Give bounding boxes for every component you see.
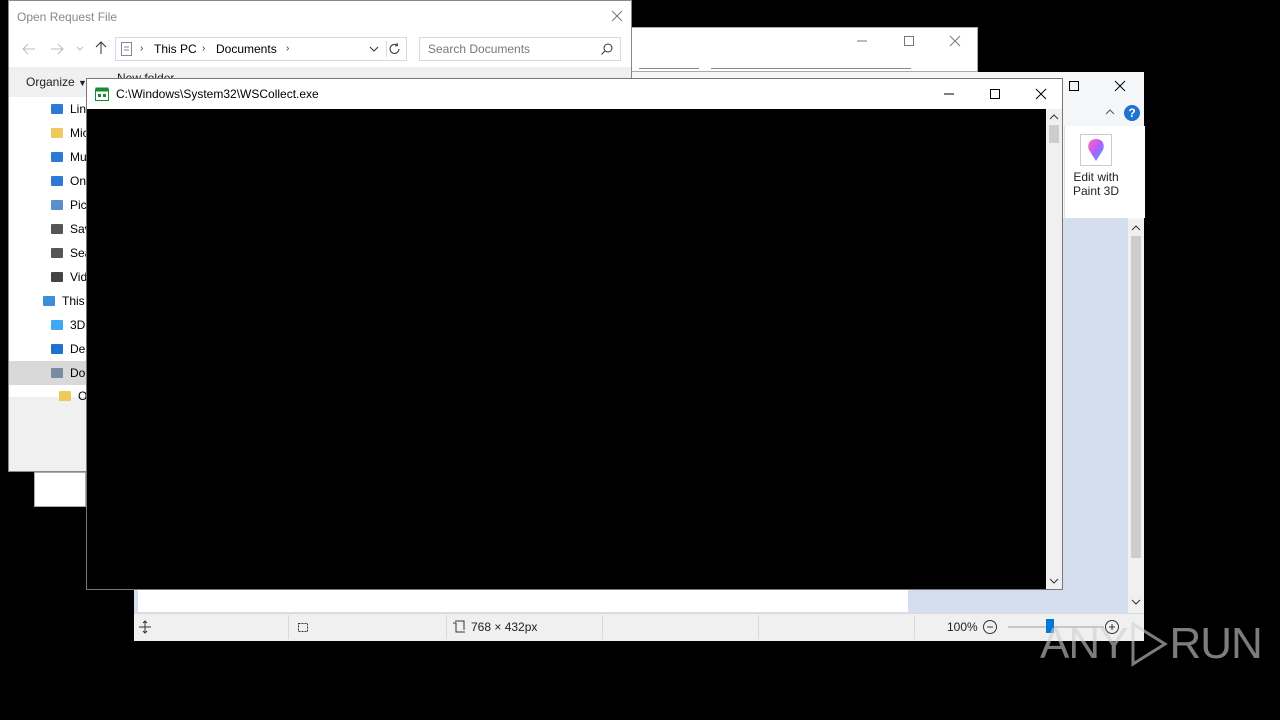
help-icon[interactable]: ?	[1124, 105, 1140, 121]
computer-icon	[41, 293, 57, 309]
tree-item[interactable]: 3D	[49, 313, 85, 337]
ribbon-collapse-icon[interactable]	[1104, 106, 1116, 118]
dialog-close-button[interactable]	[609, 8, 625, 24]
console-scrollbar-thumb[interactable]	[1049, 125, 1059, 143]
watermark-text-left: ANY	[1040, 619, 1128, 668]
console-close-button[interactable]	[1033, 86, 1049, 102]
address-dropdown-chevron-icon[interactable]	[368, 43, 380, 55]
dialog-title: Open Request File	[17, 10, 118, 24]
tree-item-label: Lin	[70, 102, 87, 116]
music-icon	[49, 149, 65, 165]
pictures-icon	[49, 197, 65, 213]
breadcrumb-documents[interactable]: Documents	[216, 42, 277, 56]
background-window-close[interactable]	[948, 34, 962, 48]
tree-item[interactable]: Sav	[49, 217, 91, 241]
tree-item[interactable]: O	[57, 389, 87, 403]
watermark-text-right: RUN	[1169, 619, 1262, 668]
tree-item[interactable]: Lin	[49, 97, 86, 121]
tree-item[interactable]: Mu	[49, 145, 87, 169]
tree-item-label: 3D	[70, 318, 86, 332]
background-window	[630, 27, 978, 72]
saved-games-icon	[49, 221, 65, 237]
paint-maximize-button[interactable]	[1066, 78, 1082, 94]
tree-item-label: Pic	[70, 198, 87, 212]
refresh-icon[interactable]	[386, 41, 403, 57]
organize-button[interactable]: Organize ▼	[26, 75, 87, 89]
console-app-icon	[95, 87, 109, 101]
tree-item[interactable]: Mic	[49, 121, 89, 145]
videos-icon	[49, 269, 65, 285]
recent-locations-chevron-icon[interactable]	[75, 43, 85, 53]
paint3d-label-line2: Paint 3D	[1072, 184, 1120, 198]
console-minimize-button[interactable]	[941, 86, 957, 102]
background-window-maximize[interactable]	[902, 34, 916, 48]
watermark-play-icon	[1127, 620, 1169, 668]
tree-item[interactable]: Pic	[49, 193, 87, 217]
tree-item-label: Mu	[70, 150, 87, 164]
background-window-minimize[interactable]	[855, 34, 869, 48]
edit-with-paint3d-button[interactable]: Edit with Paint 3D	[1064, 130, 1128, 210]
folder-icon	[49, 125, 65, 141]
link-icon	[49, 101, 65, 117]
image-dimensions: 768 × 432px	[471, 620, 538, 634]
tree-item-label: On	[70, 174, 87, 188]
search-placeholder: Search Documents	[428, 42, 531, 56]
zoom-level: 100%	[947, 620, 978, 634]
paint-close-button[interactable]	[1112, 78, 1128, 94]
documents-icon	[49, 365, 65, 381]
console-title: C:\Windows\System32\WSCollect.exe	[116, 87, 319, 101]
up-arrow-icon[interactable]	[93, 40, 109, 56]
console-output-area[interactable]	[87, 109, 1046, 589]
breadcrumb-separator-icon: ›	[202, 43, 206, 54]
breadcrumb-separator-icon: ›	[140, 43, 144, 54]
selection-size-icon	[296, 620, 310, 634]
documents-location-icon	[120, 41, 134, 57]
paint3d-icon	[1080, 134, 1112, 166]
tree-item[interactable]: This	[41, 289, 85, 313]
tree-item[interactable]: Vid	[49, 265, 87, 289]
tree-item[interactable]: On	[49, 169, 86, 193]
organize-label: Organize	[26, 75, 75, 89]
desktop-icon	[49, 341, 65, 357]
3d-objects-icon	[49, 317, 65, 333]
console-maximize-button[interactable]	[987, 86, 1003, 102]
cloud-icon	[49, 173, 65, 189]
back-arrow-icon[interactable]	[21, 41, 37, 57]
tree-item[interactable]: Doc	[49, 361, 91, 385]
address-bar[interactable]: › This PC › Documents ›	[115, 37, 407, 61]
folder-icon	[57, 389, 73, 403]
tree-item-label: Vid	[70, 270, 88, 284]
background-window-strip	[34, 472, 86, 507]
cursor-position-icon	[138, 620, 152, 634]
tree-item[interactable]: Sea	[49, 241, 91, 265]
anyrun-watermark: ANY RUN	[1040, 616, 1263, 672]
search-input[interactable]: Search Documents	[419, 37, 621, 61]
breadcrumb-separator-icon: ›	[286, 43, 290, 54]
forward-arrow-icon[interactable]	[49, 41, 65, 57]
search-icon	[49, 245, 65, 261]
tree-item[interactable]: Des	[49, 337, 91, 361]
search-icon	[600, 42, 614, 56]
zoom-out-icon[interactable]	[982, 619, 998, 635]
breadcrumb-this-pc[interactable]: This PC	[154, 42, 197, 56]
console-vertical-scrollbar[interactable]	[1046, 109, 1062, 589]
paint-vertical-scrollbar[interactable]	[1128, 220, 1144, 613]
image-size-icon	[452, 620, 466, 634]
paint3d-label-line1: Edit with	[1073, 170, 1119, 184]
tree-item-label: This	[62, 294, 85, 308]
console-window: C:\Windows\System32\WSCollect.exe	[86, 78, 1063, 590]
